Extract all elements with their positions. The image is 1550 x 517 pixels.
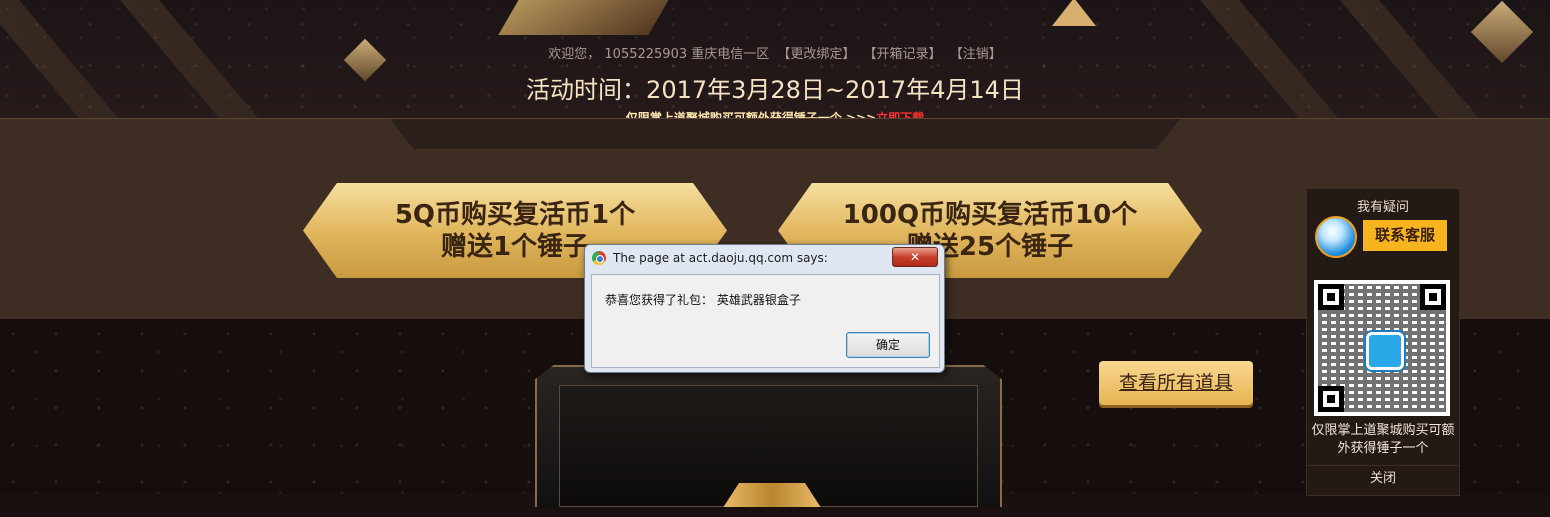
offer-title: 100Q币购买复活币10个 [842, 199, 1138, 230]
dialog-message: 恭喜您获得了礼包： 英雄武器银盒子 [605, 293, 801, 307]
sidebar-promo-text: 仅限掌上道聚城购买可额外获得锤子一个 [1311, 423, 1455, 456]
change-binding-link[interactable]: 【更改绑定】 [777, 47, 855, 62]
dialog-title: The page at act.daoju.qq.com says: [613, 251, 828, 265]
qr-code [1314, 280, 1450, 416]
offer-title: 5Q币购买复活币1个 [394, 199, 636, 230]
browser-icon [592, 251, 606, 265]
welcome-bar: 欢迎您， 1055225903 重庆电信一区 【更改绑定】 【开箱记录】 【注销… [0, 43, 1550, 62]
dialog-body: 恭喜您获得了礼包： 英雄武器银盒子 确定 [591, 274, 940, 368]
dialog-titlebar[interactable]: The page at act.daoju.qq.com says: ✕ [585, 245, 944, 273]
triangle-decor-icon [1052, 0, 1096, 26]
open-box-records-link[interactable]: 【开箱记录】 [864, 47, 942, 62]
qr-finder [1318, 386, 1344, 412]
gold-shard-decor [498, 0, 692, 35]
qr-finder [1420, 284, 1446, 310]
welcome-text: 欢迎您， 1055225903 重庆电信一区 [548, 47, 770, 62]
logout-link[interactable]: 【注销】 [950, 47, 1002, 62]
activity-time: 活动时间：2017年3月28日~2017年4月14日 [526, 76, 1024, 104]
dialog-ok-button[interactable]: 确定 [846, 332, 930, 358]
help-sidebar: 我有疑问 联系客服 仅限掌上道聚城购买可额外获得锤子一个 关闭 [1306, 188, 1460, 496]
contact-support-button[interactable]: 联系客服 [1363, 220, 1447, 251]
offer-bonus: 赠送1个锤子 [440, 231, 590, 262]
app-logo-icon [1366, 332, 1404, 370]
treasure-box-frame [535, 365, 1002, 507]
alert-dialog: The page at act.daoju.qq.com says: ✕ 恭喜您… [584, 244, 945, 373]
view-all-items-button[interactable]: 查看所有道具 [1099, 361, 1253, 405]
sidebar-title: 我有疑问 [1356, 200, 1409, 215]
qq-penguin-icon [1315, 216, 1357, 258]
sidebar-close-button[interactable]: 关闭 [1307, 465, 1459, 496]
qr-finder [1318, 284, 1344, 310]
dialog-close-button[interactable]: ✕ [892, 247, 938, 267]
